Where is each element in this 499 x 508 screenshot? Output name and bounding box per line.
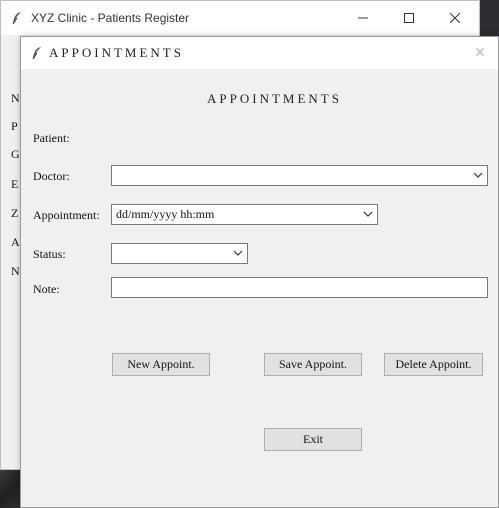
bg-field-label: A: [11, 235, 20, 249]
patient-label: Patient:: [33, 131, 70, 145]
bg-field-label: N: [11, 91, 20, 105]
close-icon: ✕: [474, 45, 486, 61]
maximize-icon: [404, 13, 414, 23]
dialog-close-button[interactable]: ✕: [470, 43, 490, 63]
appointment-value: dd/mm/yyyy hh:mm: [116, 207, 215, 221]
feather-icon: [32, 47, 41, 60]
bg-field-label: Z: [11, 206, 19, 220]
bg-field-label: N: [11, 264, 20, 278]
close-icon: [450, 13, 460, 23]
chevron-down-icon: [363, 211, 373, 217]
status-label: Status:: [33, 247, 66, 261]
minimize-icon: [358, 17, 368, 19]
feather-icon: [12, 12, 21, 25]
exit-button[interactable]: Exit: [264, 428, 362, 451]
new-appointment-button[interactable]: New Appoint.: [112, 353, 210, 376]
save-appointment-button[interactable]: Save Appoint.: [264, 353, 362, 376]
doctor-select[interactable]: [111, 165, 488, 186]
appointments-dialog: APPOINTMENTS ✕ APPOINTMENTS Patient: Doc…: [20, 36, 499, 508]
note-input[interactable]: [111, 277, 488, 298]
bg-field-label: P: [11, 119, 18, 133]
appointment-label: Appointment:: [33, 208, 100, 222]
bg-field-label: G: [11, 147, 20, 161]
maximize-button[interactable]: [386, 1, 432, 35]
desktop-background: [0, 470, 22, 508]
appointments-titlebar[interactable]: APPOINTMENTS ✕: [21, 37, 498, 69]
delete-appointment-button[interactable]: Delete Appoint.: [384, 353, 483, 376]
window-title: XYZ Clinic - Patients Register: [31, 11, 190, 25]
status-select[interactable]: [111, 243, 248, 264]
page-heading: APPOINTMENTS: [207, 91, 342, 106]
minimize-button[interactable]: [340, 1, 386, 35]
bg-field-label: E: [11, 177, 19, 191]
appointment-datetime-select[interactable]: dd/mm/yyyy hh:mm: [111, 204, 378, 225]
chevron-down-icon: [233, 250, 243, 256]
close-button[interactable]: [432, 1, 478, 35]
dialog-title: APPOINTMENTS: [49, 45, 184, 60]
note-label: Note:: [33, 282, 60, 296]
patients-register-titlebar[interactable]: XYZ Clinic - Patients Register: [1, 1, 479, 35]
chevron-down-icon: [473, 172, 483, 178]
doctor-label: Doctor:: [33, 169, 70, 183]
